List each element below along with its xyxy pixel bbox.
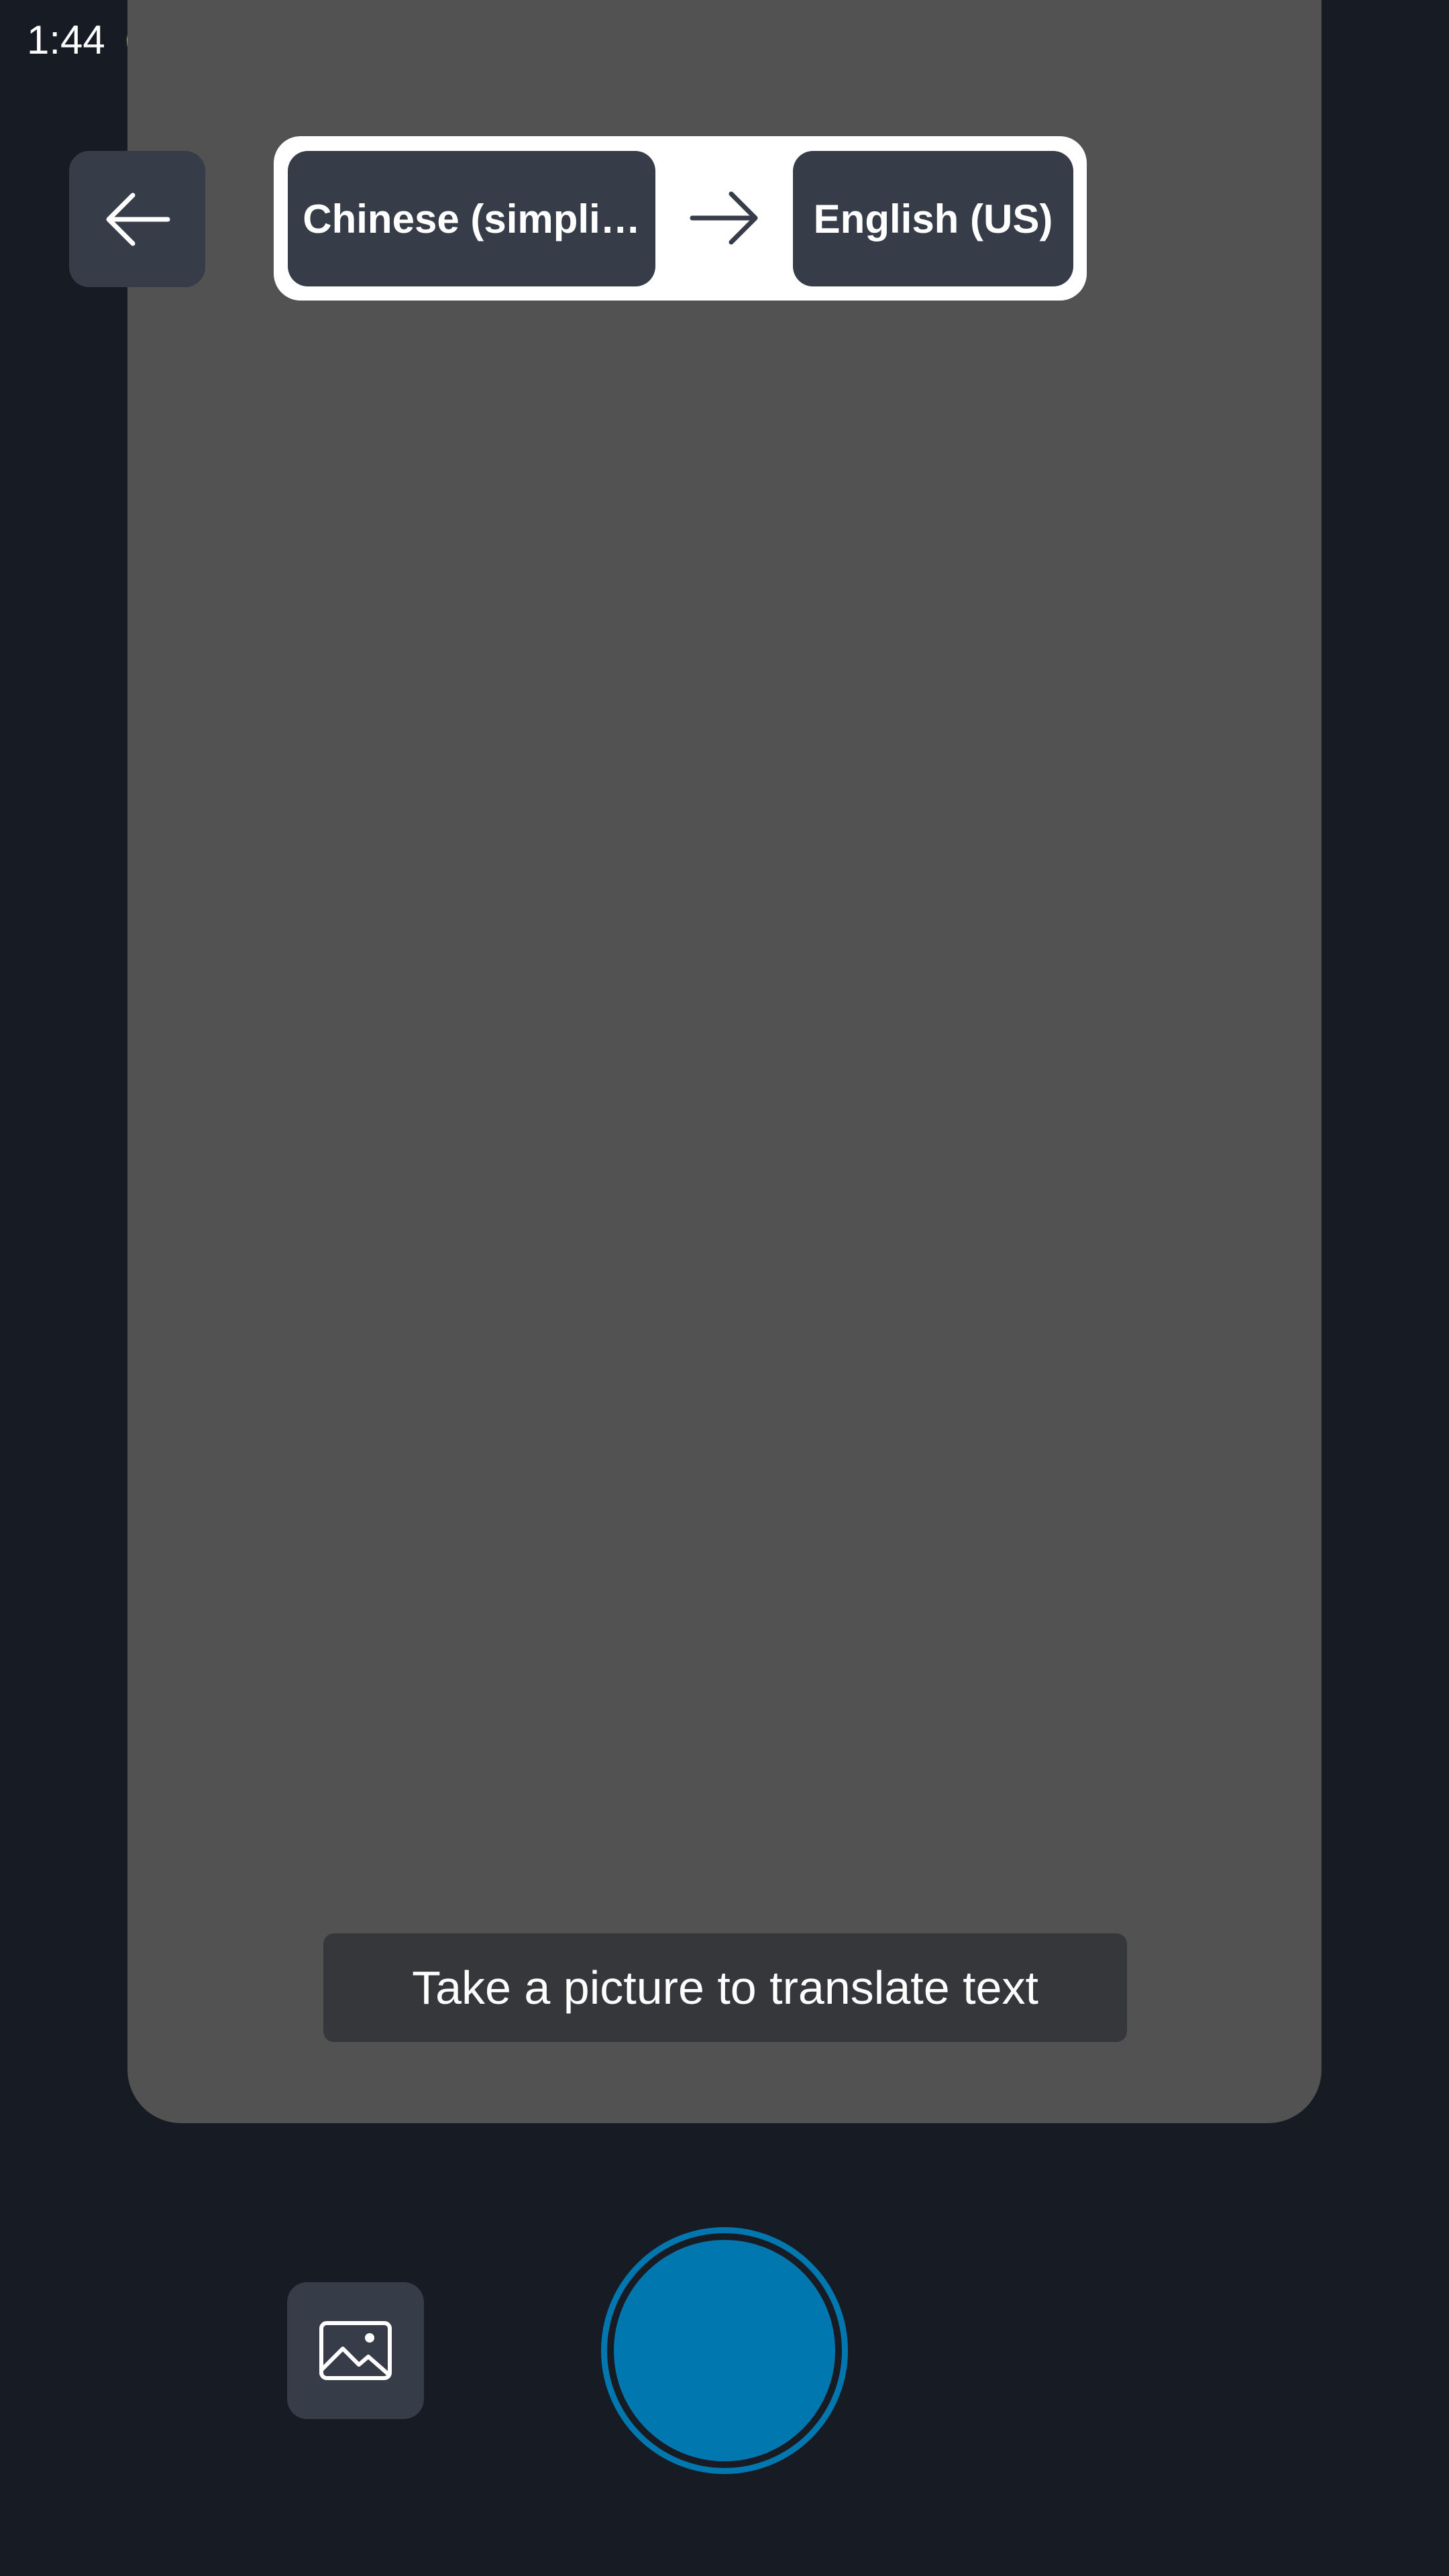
arrow-left-icon — [106, 193, 170, 246]
target-language-button[interactable]: English (US) — [793, 151, 1073, 286]
image-gallery-icon — [319, 2321, 392, 2380]
hint-banner: Take a picture to translate text — [323, 1933, 1127, 2042]
language-selector: Chinese (simpli… English (US) — [274, 136, 1087, 301]
source-language-button[interactable]: Chinese (simpli… — [288, 151, 655, 286]
gallery-button[interactable] — [287, 2282, 424, 2419]
shutter-inner — [614, 2240, 835, 2461]
arrow-right-icon[interactable] — [684, 184, 765, 252]
back-button[interactable] — [69, 151, 205, 287]
camera-viewfinder[interactable] — [127, 0, 1322, 2123]
shutter-button[interactable] — [601, 2227, 848, 2474]
status-time: 1:44 — [27, 17, 105, 62]
